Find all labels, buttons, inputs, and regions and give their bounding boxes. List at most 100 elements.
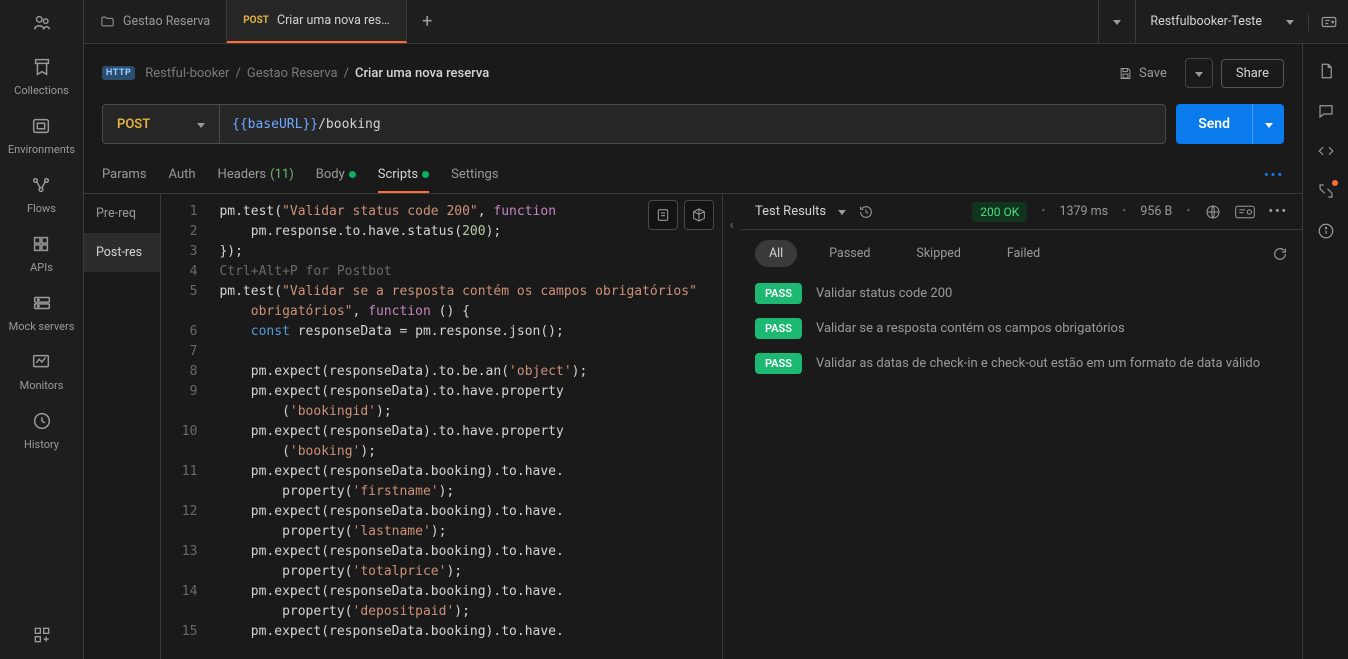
nav-history[interactable]: History — [24, 410, 59, 451]
left-nav: Collections Environments Flows APIs Mock… — [0, 0, 84, 659]
notification-dot-icon — [1332, 180, 1338, 186]
results-dropdown[interactable] — [838, 204, 846, 219]
nav-label: Mock servers — [9, 320, 75, 333]
save-icon — [1118, 66, 1133, 81]
script-subtabs: Pre-req Post-res — [84, 194, 161, 659]
method-badge: POST — [243, 15, 269, 26]
pass-badge: PASS — [755, 283, 802, 304]
send-button[interactable]: Send — [1176, 104, 1252, 144]
history-icon[interactable] — [858, 204, 874, 220]
nav-mock-servers[interactable]: Mock servers — [9, 292, 75, 333]
snippets-icon — [655, 207, 671, 223]
url-bar: POST {{baseURL}} /booking Send — [84, 100, 1302, 158]
eye-icon — [1320, 13, 1338, 31]
url-path: /booking — [318, 117, 381, 132]
configure-sidebar[interactable] — [32, 625, 52, 645]
method-select[interactable]: POST — [102, 104, 220, 144]
snippets-button[interactable] — [648, 200, 678, 230]
package-icon — [691, 207, 707, 223]
results-panel: Test Results 200 OK • 1379 ms • 956 B • — [741, 194, 1302, 659]
environment-quicklook-button[interactable] — [1308, 13, 1348, 31]
pass-badge: PASS — [755, 353, 802, 374]
code-content[interactable]: pm.test("Validar status code 200", funct… — [209, 194, 721, 659]
tab-scripts[interactable]: Scripts — [378, 158, 429, 193]
filter-failed[interactable]: Failed — [993, 240, 1054, 267]
code-icon — [1317, 142, 1335, 160]
comments-button[interactable] — [1317, 102, 1335, 120]
environment-label: Restfulbooker-Teste — [1150, 14, 1262, 29]
test-result-text: Validar status code 200 — [816, 286, 952, 301]
expand-pane-button[interactable] — [1317, 182, 1335, 200]
dot-indicator-icon — [349, 171, 356, 178]
script-tab-post-response[interactable]: Post-res — [84, 233, 160, 272]
nav-label: Collections — [14, 84, 69, 97]
send-label: Send — [1198, 116, 1230, 132]
breadcrumb-root[interactable]: Restful-booker — [145, 66, 229, 81]
document-icon — [1317, 62, 1335, 80]
share-label: Share — [1236, 66, 1269, 81]
refresh-button[interactable] — [1272, 246, 1288, 262]
add-tab-button[interactable]: + — [407, 0, 447, 43]
tab-params[interactable]: Params — [102, 158, 147, 193]
packages-button[interactable] — [684, 200, 714, 230]
results-filters: All Passed Skipped Failed — [741, 230, 1302, 277]
script-tab-pre-request[interactable]: Pre-req — [84, 194, 160, 233]
nav-label: History — [24, 438, 59, 451]
breadcrumb: Restful-booker / Gestao Reserva / Criar … — [145, 66, 489, 81]
code-editor[interactable]: 1 2 3 4 5 6 7 8 9 10 — [161, 194, 722, 659]
request-tabs: Params Auth Headers (11) Body Scripts Se — [84, 158, 1302, 194]
nav-environments[interactable]: Environments — [8, 115, 75, 156]
folder-icon — [100, 14, 115, 29]
nav-collections[interactable]: Collections — [14, 56, 69, 97]
documentation-button[interactable] — [1317, 62, 1335, 80]
nav-label: Environments — [8, 143, 75, 156]
url-input[interactable]: {{baseURL}} /booking — [220, 104, 1166, 144]
info-button[interactable] — [1317, 222, 1335, 240]
response-time: 1379 ms — [1059, 204, 1108, 219]
nav-label: Monitors — [20, 379, 64, 392]
tab-request-label: Criar uma nova reserva — [277, 13, 390, 28]
test-result-text: Validar se a resposta contém os campos o… — [816, 321, 1125, 336]
info-icon — [1317, 222, 1335, 240]
code-snippet-button[interactable] — [1317, 142, 1335, 160]
test-result-row: PASS Validar as datas de check-in e chec… — [755, 353, 1288, 374]
team-switcher[interactable] — [31, 12, 53, 34]
chevron-down-icon — [197, 117, 205, 132]
network-icon[interactable] — [1205, 204, 1221, 220]
headers-count: (11) — [270, 167, 294, 182]
save-button[interactable]: Save — [1108, 60, 1177, 87]
tab-bar: Gestao Reserva POST Criar uma nova reser… — [84, 0, 1348, 44]
share-button[interactable]: Share — [1221, 59, 1284, 88]
response-more-actions[interactable]: ••• — [1269, 204, 1288, 219]
tabs-overflow-button[interactable] — [1099, 14, 1135, 29]
panel-collapse-handle: ‹ — [723, 194, 741, 659]
send-options-button[interactable] — [1252, 104, 1284, 144]
dot-indicator-icon — [422, 171, 429, 178]
tab-folder[interactable]: Gestao Reserva — [84, 0, 227, 43]
nav-label: APIs — [30, 261, 53, 274]
context-bar — [1302, 44, 1348, 659]
nav-apis[interactable]: APIs — [30, 233, 53, 274]
url-variable: {{baseURL}} — [232, 117, 318, 132]
nav-flows[interactable]: Flows — [27, 174, 56, 215]
tab-body[interactable]: Body — [316, 158, 356, 193]
tab-headers[interactable]: Headers (11) — [218, 158, 294, 193]
tab-settings[interactable]: Settings — [451, 158, 498, 193]
comment-icon — [1317, 102, 1335, 120]
http-badge: HTTP — [102, 66, 135, 80]
save-options-button[interactable] — [1185, 58, 1213, 88]
nav-monitors[interactable]: Monitors — [20, 351, 64, 392]
tab-auth[interactable]: Auth — [169, 158, 196, 193]
status-code-badge: 200 OK — [972, 202, 1027, 222]
environment-selector[interactable]: Restfulbooker-Teste — [1135, 0, 1308, 43]
filter-passed[interactable]: Passed — [815, 240, 884, 267]
results-list: PASS Validar status code 200 PASS Valida… — [741, 277, 1302, 380]
save-response-icon[interactable] — [1235, 205, 1255, 219]
pass-badge: PASS — [755, 318, 802, 339]
tab-request-active[interactable]: POST Criar uma nova reserva — [227, 0, 407, 43]
breadcrumb-folder[interactable]: Gestao Reserva — [247, 66, 338, 81]
collapse-button[interactable]: ‹ — [730, 218, 734, 233]
filter-skipped[interactable]: Skipped — [902, 240, 975, 267]
more-actions-button[interactable]: ••• — [1264, 168, 1284, 183]
filter-all[interactable]: All — [755, 240, 797, 267]
